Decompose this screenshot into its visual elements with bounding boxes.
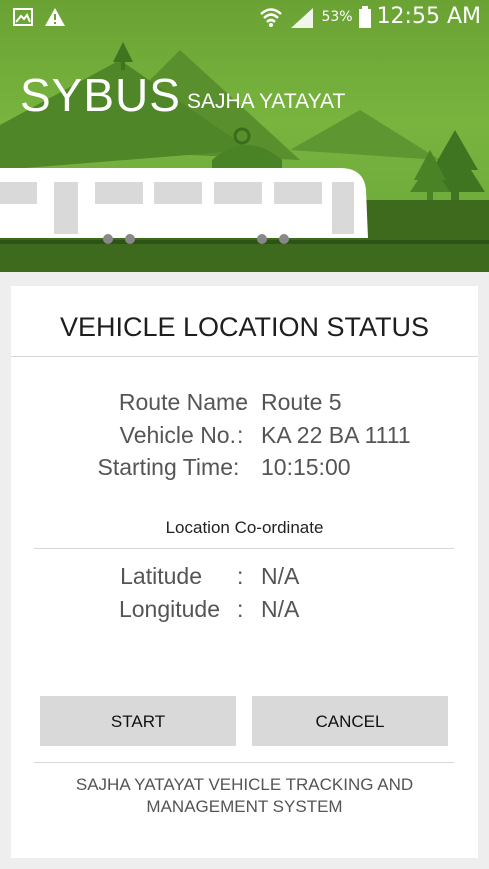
longitude-label: Longitude — [118, 596, 220, 622]
starting-time-value: 10:15:00 — [261, 454, 351, 480]
location-divider — [34, 548, 454, 549]
longitude-separator: : — [237, 596, 244, 622]
status-time: 12:55 AM — [376, 4, 481, 29]
route-name-label: Route Name — [118, 389, 248, 415]
vehicle-status-card: VEHICLE LOCATION STATUS Route Name : Rou… — [11, 286, 478, 858]
header-banner: 53% 12:55 AM SYBUS SAJHA YATAYAT — [0, 0, 489, 272]
vehicle-no-separator: : — [237, 422, 244, 448]
bus-landscape-illustration — [0, 42, 489, 272]
latitude-separator: : — [237, 563, 244, 589]
vehicle-no-value: KA 22 BA 1111 — [261, 422, 411, 448]
vehicle-no-label: Vehicle No. — [119, 422, 236, 448]
location-section-label: Location Co-ordinate — [165, 518, 324, 537]
start-button[interactable]: START — [40, 696, 236, 746]
route-name-value: Route 5 — [261, 389, 342, 415]
latitude-value: N/A — [261, 563, 300, 589]
title-divider — [11, 356, 478, 357]
route-name-separator: : — [237, 389, 244, 415]
page-title: VEHICLE LOCATION STATUS — [59, 312, 430, 342]
battery-icon — [358, 5, 371, 28]
footer-divider — [34, 762, 454, 763]
wifi-icon — [260, 7, 283, 27]
battery-percent: 53% — [321, 8, 353, 25]
status-bar: 53% 12:55 AM — [0, 0, 489, 34]
latitude-label: Latitude — [120, 563, 202, 589]
longitude-value: N/A — [261, 596, 300, 622]
starting-time-separator: : — [233, 454, 240, 480]
app-subtitle: SAJHA YATAYAT — [187, 90, 346, 113]
footer-system-name: SAJHA YATAYAT VEHICLE TRACKING AND MANAG… — [75, 775, 414, 816]
cancel-button[interactable]: CANCEL — [252, 696, 448, 746]
starting-time-label: Starting Time — [97, 454, 234, 480]
app-title: SYBUS — [20, 69, 181, 121]
signal-icon — [291, 7, 314, 28]
warning-icon — [45, 8, 65, 26]
image-notification-icon — [13, 8, 33, 26]
